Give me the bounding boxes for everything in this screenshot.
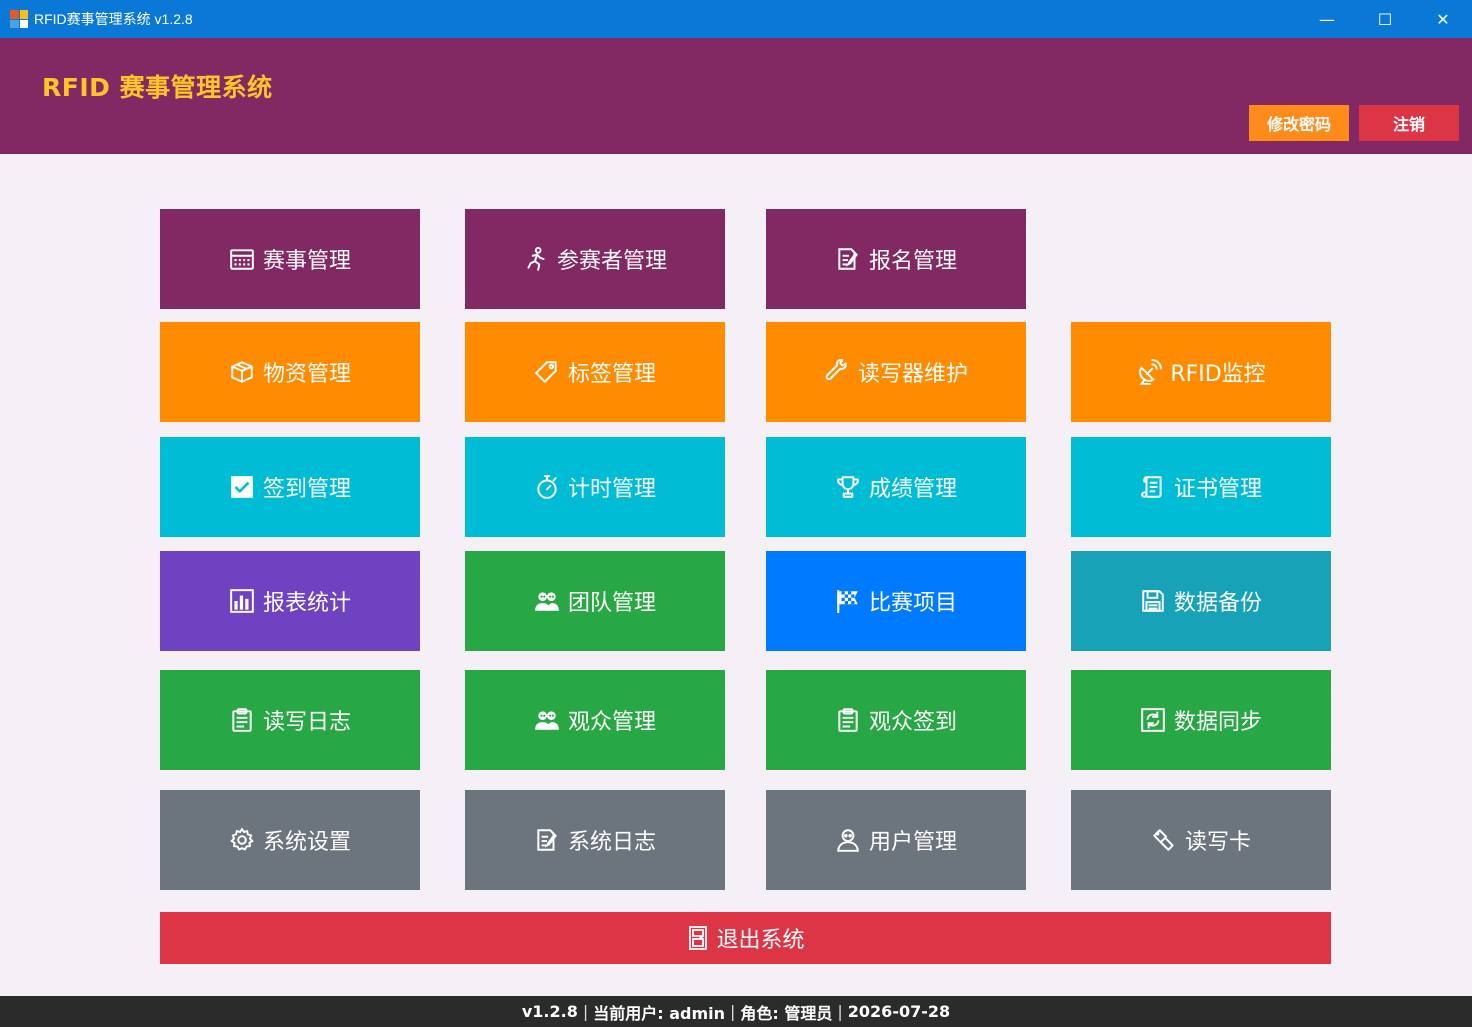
tag-management-button[interactable]: 标签管理	[465, 322, 725, 422]
system-log-button[interactable]: 系统日志	[465, 790, 725, 890]
event-management-button[interactable]: 赛事管理	[160, 209, 420, 309]
status-date: 2026-07-28	[847, 1002, 951, 1021]
tile-label: 读写卡	[1184, 830, 1251, 855]
tile-label: 成绩管理	[868, 477, 957, 502]
save-icon	[1142, 590, 1164, 612]
tile-label: 读写器维护	[857, 362, 968, 387]
material-management-button[interactable]: 物资管理	[160, 322, 420, 422]
brand-title: RFID 赛事管理系统	[42, 73, 273, 102]
antenna-icon	[1139, 359, 1163, 385]
read-write-log-button[interactable]: 读写日志	[160, 670, 420, 770]
tile-label: 观众管理	[567, 710, 656, 735]
scroll-icon	[1141, 476, 1162, 498]
audience-checkin-button[interactable]: 观众签到	[766, 670, 1026, 770]
tag-icon	[535, 361, 557, 383]
group-icon	[535, 711, 559, 730]
edit-document-icon	[537, 829, 557, 851]
runner-icon	[527, 246, 545, 271]
rfid-monitor-button[interactable]: RFID监控	[1071, 322, 1331, 422]
data-sync-button[interactable]: 数据同步	[1071, 670, 1331, 770]
calendar-icon	[230, 249, 254, 270]
window-controls: — ☐ ✕	[1298, 0, 1472, 38]
tile-label: 证书管理	[1173, 477, 1262, 502]
group-icon	[535, 592, 559, 611]
tile-label: 用户管理	[868, 830, 957, 855]
app-icon	[10, 10, 28, 28]
gear-icon	[230, 827, 254, 851]
tile-label: 报名管理	[868, 249, 957, 274]
read-write-card-button[interactable]: 读写卡	[1071, 790, 1331, 890]
app-header: RFID 赛事管理系统 修改密码 注销	[0, 38, 1472, 154]
tile-label: 团队管理	[567, 591, 656, 616]
close-button[interactable]: ✕	[1414, 0, 1472, 38]
tile-label: 系统日志	[567, 830, 656, 855]
minimize-button[interactable]: —	[1298, 0, 1356, 38]
stopwatch-icon	[537, 475, 557, 499]
checkin-management-button[interactable]: 签到管理	[160, 437, 420, 537]
tile-label: 物资管理	[262, 362, 351, 387]
bar-chart-icon	[230, 589, 254, 613]
tile-label: 标签管理	[567, 362, 656, 387]
user-management-button[interactable]: 用户管理	[766, 790, 1026, 890]
system-settings-button[interactable]: 系统设置	[160, 790, 420, 890]
tile-label: 数据备份	[1173, 591, 1262, 616]
user-icon	[837, 829, 859, 852]
tile-label: 赛事管理	[262, 249, 351, 274]
change-password-button[interactable]: 修改密码	[1249, 105, 1349, 141]
card-writer-icon	[1153, 829, 1174, 851]
tile-label: 观众签到	[868, 710, 957, 735]
tile-label: 数据同步	[1173, 710, 1262, 735]
box-icon	[231, 361, 253, 383]
report-statistics-button[interactable]: 报表统计	[160, 551, 420, 651]
tile-label: 签到管理	[262, 477, 351, 502]
window-title: RFID赛事管理系统 v1.2.8	[34, 11, 193, 27]
checkbox-icon	[231, 476, 253, 498]
tile-label: 读写日志	[262, 710, 351, 735]
tile-label: 系统设置	[262, 830, 351, 855]
data-backup-button[interactable]: 数据备份	[1071, 551, 1331, 651]
checkered-flag-icon	[837, 590, 858, 613]
status-current-user: 当前用户: admin	[593, 1003, 726, 1023]
team-management-button[interactable]: 团队管理	[465, 551, 725, 651]
logout-button[interactable]: 注销	[1359, 105, 1459, 141]
status-bar: v1.2.8 | 当前用户: admin | 角色: 管理员 | 2026-07…	[0, 996, 1472, 1027]
tile-label: RFID监控	[1170, 362, 1266, 387]
trophy-icon	[837, 476, 859, 498]
audience-management-button[interactable]: 观众管理	[465, 670, 725, 770]
edit-document-icon	[838, 248, 858, 270]
clipboard-icon	[232, 708, 252, 732]
tile-label: 参赛者管理	[556, 249, 667, 274]
exit-system-button[interactable]: 退出系统	[160, 912, 1331, 964]
reader-maintenance-button[interactable]: 读写器维护	[766, 322, 1026, 422]
certificate-management-button[interactable]: 证书管理	[1071, 437, 1331, 537]
clipboard-icon	[838, 708, 858, 732]
score-management-button[interactable]: 成绩管理	[766, 437, 1026, 537]
status-version: v1.2.8	[521, 1002, 578, 1021]
sync-icon	[1141, 708, 1165, 732]
tile-label: 比赛项目	[868, 591, 957, 616]
exit-label: 退出系统	[716, 928, 805, 953]
wrench-icon	[825, 359, 847, 381]
door-icon	[689, 926, 708, 950]
maximize-button[interactable]: ☐	[1356, 0, 1414, 38]
window-titlebar: RFID赛事管理系统 v1.2.8 — ☐ ✕	[0, 0, 1472, 38]
status-role: 角色: 管理员	[740, 1003, 833, 1023]
participant-management-button[interactable]: 参赛者管理	[465, 209, 725, 309]
race-items-button[interactable]: 比赛项目	[766, 551, 1026, 651]
tile-label: 计时管理	[567, 477, 656, 502]
tile-label: 报表统计	[262, 591, 351, 616]
timing-management-button[interactable]: 计时管理	[465, 437, 725, 537]
registration-management-button[interactable]: 报名管理	[766, 209, 1026, 309]
